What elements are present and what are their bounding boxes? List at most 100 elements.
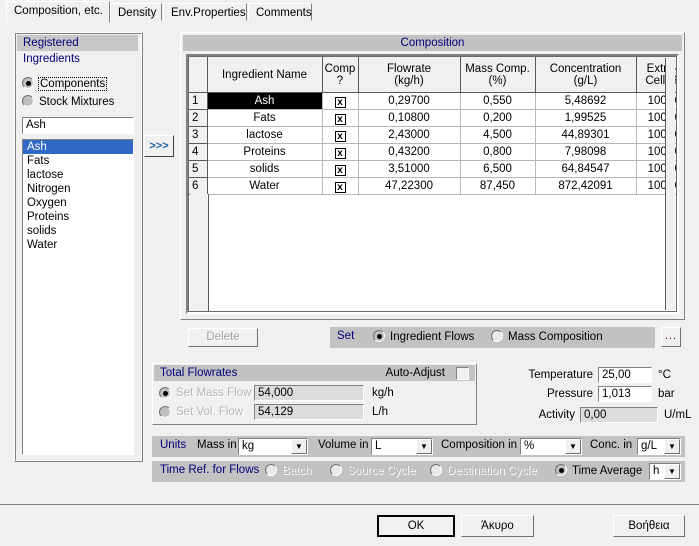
- cell-comp-checkbox[interactable]: x: [322, 160, 359, 178]
- units-bar: Units Mass in kg ▼ Volume in L ▼ Composi…: [152, 436, 685, 457]
- list-item[interactable]: Oxygen: [23, 196, 133, 210]
- cell-flowrate[interactable]: 0,10800: [358, 109, 461, 127]
- chevron-down-icon[interactable]: ▼: [565, 439, 581, 454]
- list-item[interactable]: Ash: [23, 140, 133, 154]
- conc-in-label: Conc. in: [590, 439, 633, 451]
- set-mass-flow-input[interactable]: 54,000: [254, 385, 364, 401]
- tab-composition[interactable]: Composition, etc.: [6, 1, 110, 23]
- table-row[interactable]: 6 Water x 47,22300 87,450 872,42091 100,…: [189, 177, 676, 195]
- cancel-button[interactable]: Άκυρο: [461, 515, 534, 537]
- ingredient-search-input[interactable]: Ash: [22, 117, 134, 134]
- list-item[interactable]: Water: [23, 238, 133, 252]
- more-options-button[interactable]: ...: [661, 327, 681, 347]
- cell-ingredient-name[interactable]: Water: [207, 177, 323, 195]
- chevron-down-icon[interactable]: ▼: [291, 439, 307, 454]
- delete-button[interactable]: Delete: [188, 328, 258, 347]
- col-header-mass-comp[interactable]: Mass Comp. (%): [460, 57, 536, 93]
- table-row[interactable]: 5 solids x 3,51000 6,500 64,84547 100,0: [189, 160, 676, 178]
- cell-concentration[interactable]: 44,89301: [535, 126, 637, 144]
- chevron-down-icon[interactable]: ▼: [416, 439, 432, 454]
- radio-stock-mixtures[interactable]: Stock Mixtures: [22, 95, 114, 110]
- checkbox-checked-icon: x: [334, 147, 346, 159]
- cell-mass-comp[interactable]: 4,500: [460, 126, 536, 144]
- set-vol-flow-row[interactable]: Set Vol. Flow 54,129 L/h: [159, 404, 388, 421]
- volume-unit-combo[interactable]: L ▼: [371, 438, 433, 455]
- mass-unit-value: kg: [242, 440, 255, 452]
- col-header-concentration[interactable]: Concentration (g/L): [535, 57, 637, 93]
- table-row[interactable]: 4 Proteins x 0,43200 0,800 7,98098 100,0: [189, 143, 676, 161]
- list-item[interactable]: Nitrogen: [23, 182, 133, 196]
- cell-concentration[interactable]: 1,99525: [535, 109, 637, 127]
- cell-flowrate[interactable]: 2,43000: [358, 126, 461, 144]
- auto-adjust-checkbox[interactable]: [456, 367, 469, 380]
- radio-mass-composition[interactable]: Mass Composition: [491, 330, 603, 343]
- pressure-input[interactable]: 1,013: [598, 386, 652, 402]
- add-ingredient-button[interactable]: >>>: [144, 135, 174, 157]
- pressure-label: Pressure: [546, 388, 593, 400]
- conc-unit-combo[interactable]: g/L ▼: [637, 438, 681, 455]
- list-item[interactable]: Fats: [23, 154, 133, 168]
- cell-flowrate[interactable]: 0,43200: [358, 143, 461, 161]
- radio-batch: Batch: [265, 464, 311, 477]
- composition-unit-combo[interactable]: % ▼: [520, 438, 582, 455]
- tab-density[interactable]: Density: [110, 3, 162, 21]
- cell-concentration[interactable]: 64,84547: [535, 160, 637, 178]
- table-row[interactable]: 3 lactose x 2,43000 4,500 44,89301 100,0: [189, 126, 676, 144]
- set-vol-flow-unit: L/h: [372, 406, 388, 418]
- cell-comp-checkbox[interactable]: x: [322, 177, 359, 195]
- set-mass-flow-row[interactable]: Set Mass Flow 54,000 kg/h: [159, 385, 394, 402]
- ok-button[interactable]: OK: [377, 515, 455, 537]
- col-header-flowrate[interactable]: Flowrate (kg/h): [358, 57, 461, 93]
- cell-mass-comp[interactable]: 6,500: [460, 160, 536, 178]
- cell-ingredient-name[interactable]: Proteins: [207, 143, 323, 161]
- cell-mass-comp[interactable]: 87,450: [460, 177, 536, 195]
- chevron-down-icon[interactable]: ▼: [664, 439, 680, 454]
- radio-ingredient-flows[interactable]: Ingredient Flows: [373, 330, 474, 343]
- radio-time-average[interactable]: Time Average: [555, 464, 642, 477]
- cell-ingredient-name[interactable]: solids: [207, 160, 323, 178]
- cell-comp-checkbox[interactable]: x: [322, 109, 359, 127]
- table-row[interactable]: 1 Ash x 0,29700 0,550 5,48692 100,0: [189, 92, 676, 110]
- temperature-row: Temperature 25,00 °C: [500, 367, 685, 384]
- auto-adjust-label: Auto-Adjust: [385, 367, 445, 379]
- cell-mass-comp[interactable]: 0,800: [460, 143, 536, 161]
- cell-comp-checkbox[interactable]: x: [322, 143, 359, 161]
- radio-source-cycle: Source Cycle: [330, 464, 415, 477]
- list-item[interactable]: Proteins: [23, 210, 133, 224]
- total-flowrates-header: Total Flowrates Auto-Adjust: [154, 365, 475, 381]
- col-header-ingredient-name[interactable]: Ingredient Name: [207, 57, 323, 93]
- grid-right-partial-column[interactable]: [665, 58, 675, 310]
- cell-flowrate[interactable]: 0,29700: [358, 92, 461, 110]
- cell-mass-comp[interactable]: 0,200: [460, 109, 536, 127]
- cell-flowrate[interactable]: 47,22300: [358, 177, 461, 195]
- radio-components[interactable]: Components: [22, 77, 108, 92]
- tab-env-properties[interactable]: Env.Properties: [163, 3, 247, 21]
- chevron-down-icon[interactable]: ▼: [664, 464, 680, 479]
- set-mass-flow-unit: kg/h: [372, 387, 394, 399]
- time-unit-combo[interactable]: h ▼: [649, 463, 681, 480]
- cell-comp-checkbox[interactable]: x: [322, 126, 359, 144]
- volume-unit-value: L: [375, 440, 382, 452]
- table-header-row: Ingredient Name Comp? Flowrate (kg/h) Mas…: [189, 57, 676, 93]
- mass-unit-combo[interactable]: kg ▼: [238, 438, 308, 455]
- composition-grid[interactable]: Ingredient Name Comp? Flowrate (kg/h) Mas…: [188, 56, 677, 312]
- cell-ingredient-name[interactable]: lactose: [207, 126, 323, 144]
- cell-ingredient-name[interactable]: Fats: [207, 109, 323, 127]
- list-item[interactable]: lactose: [23, 168, 133, 182]
- cell-concentration[interactable]: 5,48692: [535, 92, 637, 110]
- table-row[interactable]: 2 Fats x 0,10800 0,200 1,99525 100,0: [189, 109, 676, 127]
- cell-concentration[interactable]: 872,42091: [535, 177, 637, 195]
- cell-ingredient-name[interactable]: Ash: [207, 92, 323, 110]
- list-item[interactable]: solids: [23, 224, 133, 238]
- tab-comments[interactable]: Comments: [248, 3, 312, 21]
- cell-flowrate[interactable]: 3,51000: [358, 160, 461, 178]
- col-header-comp[interactable]: Comp?: [322, 57, 359, 93]
- registered-ingredients-listbox[interactable]: Ash Fats lactose Nitrogen Oxygen Protein…: [22, 139, 134, 455]
- cell-mass-comp[interactable]: 0,550: [460, 92, 536, 110]
- row-number: 5: [189, 160, 208, 178]
- cell-concentration[interactable]: 7,98098: [535, 143, 637, 161]
- cell-comp-checkbox[interactable]: x: [322, 92, 359, 110]
- set-vol-flow-input[interactable]: 54,129: [254, 404, 364, 420]
- temperature-input[interactable]: 25,00: [598, 367, 652, 383]
- help-button[interactable]: Βοήθεια: [613, 515, 685, 537]
